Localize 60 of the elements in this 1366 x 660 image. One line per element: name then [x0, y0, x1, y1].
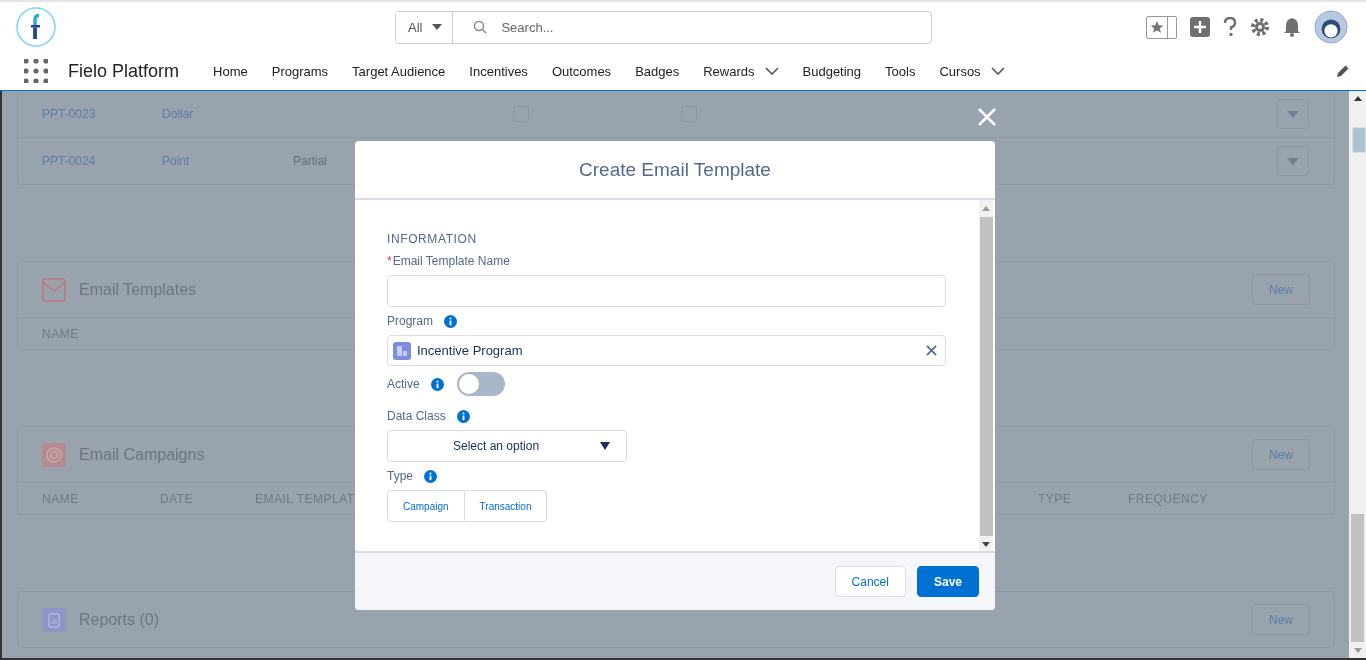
text-input[interactable]: [387, 275, 946, 307]
field-label: Type: [387, 469, 413, 483]
info-icon: [444, 314, 457, 328]
edit-icon[interactable]: [1336, 64, 1350, 78]
nav-tab[interactable]: Cursos: [927, 63, 1017, 79]
search-icon: [473, 20, 488, 34]
arrow-up-icon: [982, 206, 990, 211]
chevron-down-icon: [764, 67, 779, 75]
segment-button[interactable]: Campaign: [387, 490, 465, 522]
target-icon: [42, 442, 66, 467]
nav-tab[interactable]: Tools: [873, 63, 928, 79]
row-actions-button[interactable]: [1277, 99, 1309, 129]
arrow-up-icon: [1353, 96, 1362, 101]
toggle-switch[interactable]: [456, 372, 505, 396]
search-bar[interactable]: All Search...: [395, 10, 932, 44]
app-name: Fielo Platform: [68, 60, 180, 82]
arrow-down-icon: [982, 542, 990, 547]
scroll-thumb[interactable]: [1351, 514, 1364, 642]
nav-tab[interactable]: Target Audience: [340, 63, 458, 79]
record-icon: [393, 341, 411, 360]
logo-icon: [16, 7, 56, 47]
nav-tab[interactable]: Incentives: [457, 63, 540, 79]
add-icon[interactable]: [1190, 17, 1210, 37]
info-icon: [430, 377, 444, 391]
segment-button[interactable]: Transaction: [464, 490, 548, 522]
app-launcher-icon[interactable]: [24, 59, 48, 83]
required-marker: *: [387, 254, 392, 268]
scrollbar[interactable]: [1349, 91, 1366, 658]
info-icon: [424, 469, 437, 483]
search-scope-dropdown[interactable]: All: [396, 11, 454, 43]
field-label: Program: [387, 314, 433, 328]
nav-tab[interactable]: Budgeting: [790, 63, 874, 79]
field-label: Active: [387, 377, 420, 391]
notifications-icon[interactable]: [1283, 17, 1301, 37]
report-icon: [42, 607, 66, 632]
lookup-field[interactable]: Incentive Program: [387, 335, 946, 366]
nav-tab[interactable]: Rewards: [691, 63, 791, 79]
cancel-button[interactable]: Cancel: [834, 566, 906, 597]
arrow-down-icon: [1353, 648, 1362, 653]
field-label: Email Template Name: [392, 254, 510, 268]
nav-tab[interactable]: Programs: [259, 63, 341, 79]
nav-tab[interactable]: Outcomes: [539, 63, 624, 79]
nav-tab[interactable]: Home: [201, 63, 260, 79]
row-actions-button[interactable]: [1277, 146, 1309, 176]
side-panel-tab[interactable]: [1352, 127, 1366, 153]
field-label: Data Class: [387, 409, 446, 423]
favorites-button[interactable]: [1146, 15, 1177, 39]
modal-title: Create Email Template: [579, 158, 771, 181]
chevron-down-icon: [990, 67, 1005, 75]
info-icon: [456, 409, 470, 423]
remove-icon: [926, 345, 937, 356]
avatar-icon[interactable]: [1314, 10, 1348, 44]
nav-tab[interactable]: Badges: [623, 63, 692, 79]
envelope-icon: [42, 277, 66, 302]
help-icon[interactable]: [1223, 17, 1237, 37]
section-heading: INFORMATION: [387, 232, 478, 246]
save-button[interactable]: Save: [916, 566, 979, 597]
settings-icon[interactable]: [1250, 17, 1270, 37]
select-dropdown[interactable]: Select an option: [387, 430, 627, 462]
close-icon[interactable]: [977, 107, 997, 127]
